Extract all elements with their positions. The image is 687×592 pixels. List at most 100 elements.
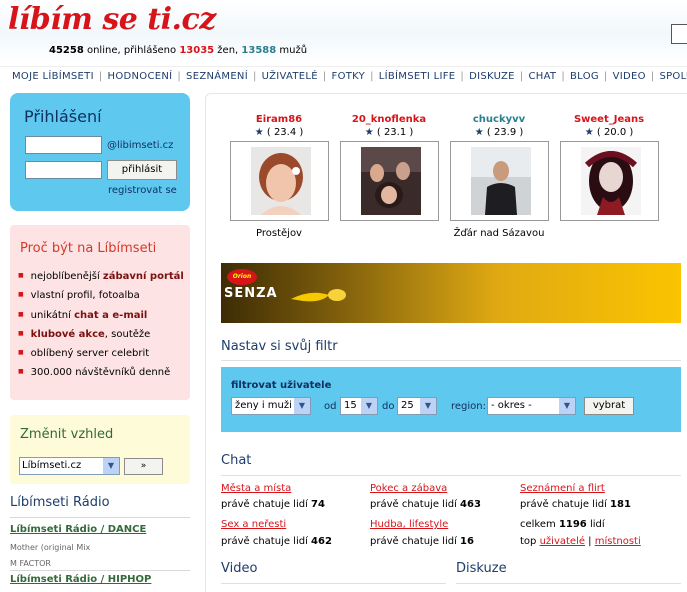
user-photo-frame[interactable] (449, 141, 549, 221)
chat-room-link[interactable]: Seznámení a flirt (520, 483, 605, 494)
divider (221, 475, 681, 476)
filter-title: Nastav si svůj filtr (221, 339, 338, 354)
nav-item-life[interactable]: LÍBÍMSETI LIFE (379, 67, 456, 82)
skin-box: Změnit vzhled Líbímseti.cz ▼ » (10, 415, 190, 484)
login-title: Přihlášení (24, 107, 102, 126)
password-input[interactable] (25, 161, 102, 179)
why-item: 300.000 návštěvníků denně (18, 365, 184, 384)
age-from-select[interactable]: 15 ▼ (340, 397, 378, 415)
why-title: Proč být na Líbímseti (20, 241, 157, 256)
nav-item-uzivatele[interactable]: UŽIVATELÉ (262, 67, 318, 82)
age-to-value: 25 (401, 400, 414, 411)
nav-separator: | (370, 71, 374, 82)
chat-room-count: právě chatuje lidí 181 (520, 499, 631, 510)
nav-separator: | (519, 71, 524, 82)
why-item: unikátní chat a e-mail (18, 308, 184, 327)
skin-select[interactable]: Líbímseti.cz ▼ (19, 457, 120, 475)
banner-badge: Orion (227, 269, 257, 285)
user-photo-frame[interactable] (229, 141, 329, 221)
user-name[interactable]: Eiram86 (229, 114, 329, 125)
gender-select-value: ženy i muži (235, 400, 292, 411)
chat-room-link[interactable]: Sex a neřesti (221, 519, 286, 530)
user-name[interactable]: Sweet_Jeans (559, 114, 659, 125)
nav-item-video[interactable]: VIDEO (613, 67, 646, 82)
radio-artist: M FACTOR (10, 559, 51, 568)
login-button[interactable]: přihlásit (107, 160, 177, 180)
online-stats: 45258 online, přihlášeno 13035 žen, 1358… (49, 45, 307, 56)
filter-submit-button[interactable]: vybrat (584, 397, 634, 415)
page-header: líbím se ti.cz 45258 online, přihlášeno … (0, 0, 687, 63)
domain-label: @libimseti.cz (107, 140, 174, 151)
nav-item-hodnoceni[interactable]: HODNOCENÍ (108, 67, 173, 82)
filter-label: filtrovat uživatele (231, 380, 332, 391)
divider (221, 360, 681, 361)
user-card[interactable]: Sweet_Jeans ★ ( 20.0 ) (559, 114, 659, 228)
star-icon: ★ (364, 127, 374, 138)
chevron-down-icon: ▼ (420, 398, 436, 414)
top-users-link[interactable]: uživatelé (540, 536, 585, 547)
user-photo-frame[interactable] (339, 141, 439, 221)
online-count: 45258 (49, 45, 84, 56)
user-name[interactable]: chuckyvv (449, 114, 549, 125)
register-link[interactable]: registrovat se (108, 185, 177, 196)
men-count: 13588 (241, 45, 277, 56)
nav-separator: | (98, 71, 103, 82)
user-photo (580, 147, 641, 215)
username-input[interactable] (25, 136, 102, 154)
region-select-value: - okres - (491, 400, 532, 411)
nav-item-diskuze[interactable]: DISKUZE (469, 67, 515, 82)
why-item: vlastní profil, fotoalba (18, 288, 184, 307)
user-card[interactable]: Eiram86 ★ ( 23.4 ) Prostějov (229, 114, 329, 239)
nav-item-blog[interactable]: BLOG (570, 67, 599, 82)
why-item: oblíbený server celebrit (18, 346, 184, 365)
region-select[interactable]: - okres - ▼ (487, 397, 576, 415)
user-name[interactable]: 20_knoflenka (339, 114, 439, 125)
nav-item-fotky[interactable]: FOTKY (332, 67, 366, 82)
skin-title: Změnit vzhled (20, 427, 114, 442)
age-from-label: od (324, 401, 337, 412)
radio-station-link[interactable]: Líbímseti Rádio / HIPHOP (10, 574, 151, 585)
divider (10, 517, 190, 518)
user-card[interactable]: 20_knoflenka ★ ( 23.1 ) (339, 114, 439, 228)
nav-item-spolu[interactable]: SPOLU (659, 67, 687, 82)
user-score: ★ ( 23.1 ) (364, 127, 414, 138)
chevron-down-icon: ▼ (294, 398, 310, 414)
nav-item-moje[interactable]: MOJE LÍBÍMSETI (12, 67, 94, 82)
online-text: online, přihlášeno (83, 45, 180, 56)
chat-top-links: top uživatelé | místnosti (520, 536, 641, 547)
user-card[interactable]: chuckyvv ★ ( 23.9 ) Žďár nad Sázavou (449, 114, 549, 239)
discussion-title: Diskuze (456, 561, 507, 576)
nav-separator: | (460, 71, 465, 82)
age-from-value: 15 (344, 400, 357, 411)
header-search-box[interactable] (671, 24, 687, 44)
chat-room-link[interactable]: Města a místa (221, 483, 291, 494)
men-text: mužů (276, 45, 308, 56)
nav-separator: | (650, 71, 655, 82)
user-photo (250, 147, 311, 215)
nav-item-seznameni[interactable]: SEZNÁMENÍ (186, 67, 248, 82)
chat-room-count: právě chatuje lidí 16 (370, 536, 474, 547)
nav-item-chat[interactable]: CHAT (528, 67, 556, 82)
chat-total: celkem 1196 lidí (520, 519, 605, 530)
main-nav: MOJE LÍBÍMSETI | HODNOCENÍ | SEZNÁMENÍ | UŽ… (0, 66, 687, 86)
divider (456, 583, 681, 584)
age-to-select[interactable]: 25 ▼ (397, 397, 437, 415)
nav-separator: | (322, 71, 327, 82)
nav-separator: | (177, 71, 182, 82)
chat-room-link[interactable]: Pokec a zábava (370, 483, 447, 494)
user-photo (360, 147, 421, 215)
gender-select[interactable]: ženy i muži ▼ (231, 397, 311, 415)
region-label: region: (451, 401, 486, 412)
chat-room-link[interactable]: Hudba, lifestyle (370, 519, 448, 530)
user-photo-frame[interactable] (559, 141, 659, 221)
skin-go-button[interactable]: » (124, 458, 163, 475)
user-city: Žďár nad Sázavou (453, 228, 545, 239)
ad-banner[interactable]: Orion SENZA (221, 263, 681, 323)
chat-room-count: právě chatuje lidí 462 (221, 536, 332, 547)
top-rooms-link[interactable]: místnosti (595, 536, 641, 547)
divider (10, 570, 190, 571)
site-logo[interactable]: líbím se ti.cz (8, 2, 216, 37)
radio-station-link[interactable]: Líbímseti Rádio / DANCE (10, 524, 146, 535)
why-box: Proč být na Líbímseti nejoblíbenější záb… (10, 225, 190, 400)
user-score: ★ ( 23.4 ) (254, 127, 304, 138)
